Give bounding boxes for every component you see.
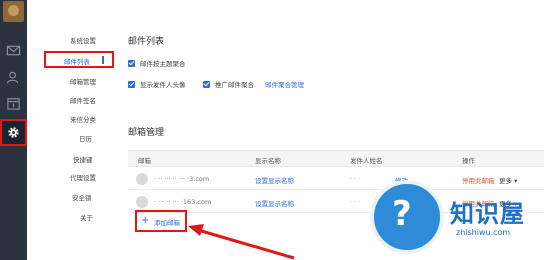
aggregate-manage-link[interactable]: 邮件聚合管理	[265, 79, 304, 89]
option-label: 邮件按主题聚合	[140, 60, 186, 68]
set-display-name-link[interactable]: 设置显示名称	[255, 198, 294, 208]
sender-name: · · ·	[350, 198, 361, 206]
email-address: · ·· ··· ·· ··· ·3.com	[154, 175, 210, 183]
nav-item-signature[interactable]: 邮件签名	[40, 95, 112, 105]
avatar	[136, 196, 148, 208]
mail-icon[interactable]	[6, 43, 21, 58]
add-mailbox-label: 添加邮箱	[154, 219, 180, 227]
question-icon: ?	[392, 194, 412, 234]
table-header: 邮箱 显示名称 发件人姓名 操作	[128, 150, 544, 167]
column-header-sender-name: 发件人姓名	[350, 157, 383, 165]
nav-item-mailbox-mgmt[interactable]: 邮箱管理	[40, 76, 112, 86]
calendar-icon[interactable]	[6, 96, 21, 111]
column-header-email: 邮箱	[138, 157, 151, 165]
set-display-name-link[interactable]: 设置显示名称	[255, 175, 294, 185]
contacts-icon[interactable]	[6, 70, 21, 85]
watermark: ? 知识屋 zhishiwu.com	[360, 176, 548, 260]
nav-item-system-settings[interactable]: 系统设置	[40, 35, 112, 45]
nav-item-about[interactable]: 关于	[54, 212, 126, 222]
section-title-mail-list: 邮件列表	[128, 37, 165, 47]
watermark-title: 知识屋	[450, 200, 525, 228]
nav-item-security-lock[interactable]: 安全锁	[46, 192, 118, 202]
settings-button[interactable]	[0, 119, 27, 146]
column-header-display-name: 显示名称	[255, 157, 281, 165]
nav-item-shortcuts[interactable]: 快捷键	[47, 154, 119, 164]
email-address: · ··· ·· ··· ·163.com	[154, 198, 212, 206]
annotation-arrow	[188, 224, 295, 260]
checkbox-checked-icon[interactable]	[128, 80, 135, 88]
plus-icon: +	[141, 215, 150, 226]
watermark-logo: ?	[370, 180, 444, 254]
nav-item-proxy[interactable]: 代理设置	[40, 172, 112, 182]
option-label: 显示发件人头像	[140, 81, 186, 89]
left-rail	[0, 0, 27, 260]
nav-item-mail-list[interactable]: 邮件列表	[44, 51, 114, 68]
option-label: 推广邮件聚合	[215, 81, 254, 89]
nav-item-categories[interactable]: 来信分类	[40, 114, 112, 124]
sender-name: · · ·	[350, 175, 361, 183]
watermark-url: zhishiwu.com	[456, 228, 511, 237]
user-avatar[interactable]	[3, 1, 24, 22]
option-group-by-subject[interactable]: 邮件按主题聚合	[128, 58, 186, 68]
nav-item-calendar[interactable]: 日历	[53, 133, 125, 143]
option-promo-aggregate[interactable]: 推广邮件聚合	[203, 79, 254, 89]
nav-item-label: 邮件列表	[64, 58, 90, 66]
gear-icon	[8, 127, 19, 138]
active-indicator	[102, 56, 104, 64]
checkbox-checked-icon[interactable]	[203, 80, 210, 88]
add-mailbox-button[interactable]: + 添加邮箱	[135, 210, 187, 232]
checkbox-checked-icon[interactable]	[128, 59, 135, 67]
option-show-avatar[interactable]: 显示发件人头像	[128, 79, 186, 89]
avatar	[136, 173, 148, 185]
section-title-mailbox-mgmt: 邮箱管理	[128, 128, 165, 138]
column-header-actions: 操作	[462, 157, 475, 165]
